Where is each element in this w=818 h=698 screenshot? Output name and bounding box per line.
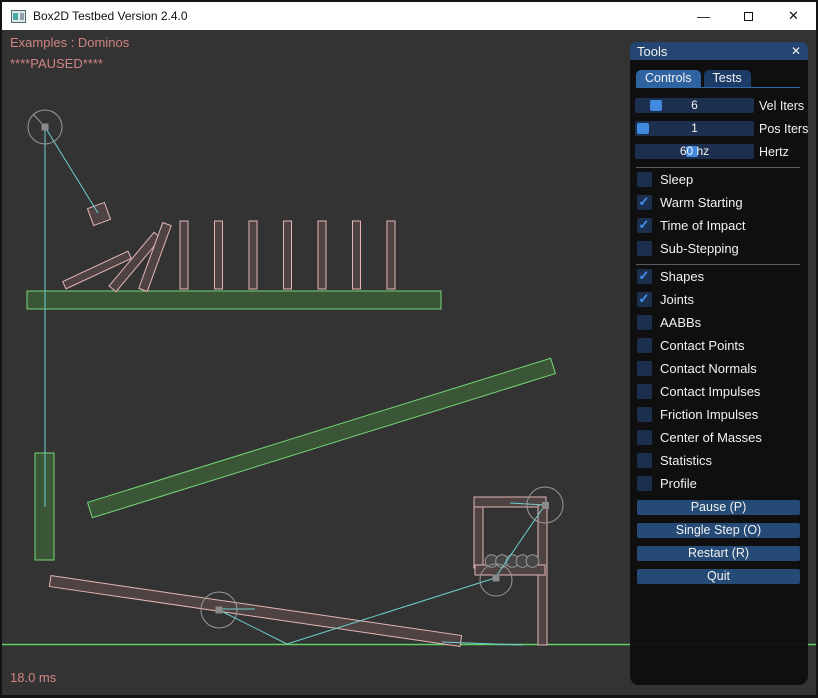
pendulum-box (87, 202, 110, 225)
panel-close-icon[interactable]: ✕ (791, 44, 801, 58)
checkbox-contact-impulses[interactable]: Contact Impulses (637, 384, 800, 399)
checkbox-warm-starting[interactable]: Warm Starting (637, 195, 800, 210)
tab-tests[interactable]: Tests (704, 70, 751, 87)
checkbox-contact-points[interactable]: Contact Points (637, 338, 800, 353)
checkbox-time-of-impact[interactable]: Time of Impact (637, 218, 800, 233)
window-controls: — ✕ (681, 2, 816, 30)
tab-bar: Controls Tests (636, 70, 800, 88)
hertz-label: Hertz (759, 145, 789, 159)
example-label: Examples : Dominos (10, 35, 129, 50)
action-buttons: Pause (P) Single Step (O) Restart (R) Qu… (637, 500, 800, 584)
slider-group: 6 Vel Iters 1 Pos Iters 60 hz (635, 98, 800, 159)
dynamic-bodies (49, 202, 547, 646)
checkbox-shapes[interactable]: Shapes (637, 269, 800, 284)
domino-shelf (27, 291, 441, 309)
checkbox-profile[interactable]: Profile (637, 476, 800, 491)
window-title: Box2D Testbed Version 2.4.0 (33, 9, 188, 23)
separator (636, 167, 800, 168)
quit-button[interactable]: Quit (637, 569, 800, 584)
tools-panel: Tools ✕ Controls Tests 6 Vel Iters (630, 42, 808, 685)
titlebar: Box2D Testbed Version 2.4.0 — ✕ (2, 2, 816, 30)
checkbox-joints[interactable]: Joints (637, 292, 800, 307)
maximize-icon[interactable] (726, 2, 771, 30)
checkbox-friction-impulses[interactable]: Friction Impulses (637, 407, 800, 422)
pos-iters-label: Pos Iters (759, 122, 808, 136)
frame-left-post (474, 507, 483, 568)
hertz-slider[interactable]: 60 hz (635, 144, 754, 159)
paused-label: ****PAUSED**** (10, 56, 103, 71)
seesaw-plank (49, 576, 461, 647)
minimize-icon[interactable]: — (681, 2, 726, 30)
stacked-balls (485, 555, 539, 568)
close-icon[interactable]: ✕ (771, 2, 816, 30)
tools-panel-title: Tools (637, 44, 667, 59)
checkbox-aabbs[interactable]: AABBs (637, 315, 800, 330)
vel-iters-label: Vel Iters (759, 99, 804, 113)
tools-panel-titlebar[interactable]: Tools ✕ (630, 42, 808, 60)
app-icon (11, 10, 26, 23)
checkbox-statistics[interactable]: Statistics (637, 453, 800, 468)
frame-time-label: 18.0 ms (10, 670, 56, 685)
tab-controls[interactable]: Controls (636, 70, 701, 87)
restart-button[interactable]: Restart (R) (637, 546, 800, 561)
separator (636, 264, 800, 265)
single-step-button[interactable]: Single Step (O) (637, 523, 800, 538)
checkbox-sleep[interactable]: Sleep (637, 172, 800, 187)
sim-options: Sleep Warm Starting Time of Impact Sub-S… (637, 172, 800, 256)
angled-ramp (88, 358, 556, 518)
draw-options: Shapes Joints AABBs Contact Points Conta… (637, 269, 800, 491)
checkbox-contact-normals[interactable]: Contact Normals (637, 361, 800, 376)
pos-iters-slider[interactable]: 1 (635, 121, 754, 136)
client-area: Examples : Dominos ****PAUSED**** 18.0 m… (2, 30, 816, 695)
frame-top-bar (474, 497, 546, 507)
vel-iters-slider[interactable]: 6 (635, 98, 754, 113)
checkbox-sub-stepping[interactable]: Sub-Stepping (637, 241, 800, 256)
checkbox-center-of-masses[interactable]: Center of Masses (637, 430, 800, 445)
app-window: Box2D Testbed Version 2.4.0 — ✕ (0, 0, 818, 698)
pause-button[interactable]: Pause (P) (637, 500, 800, 515)
